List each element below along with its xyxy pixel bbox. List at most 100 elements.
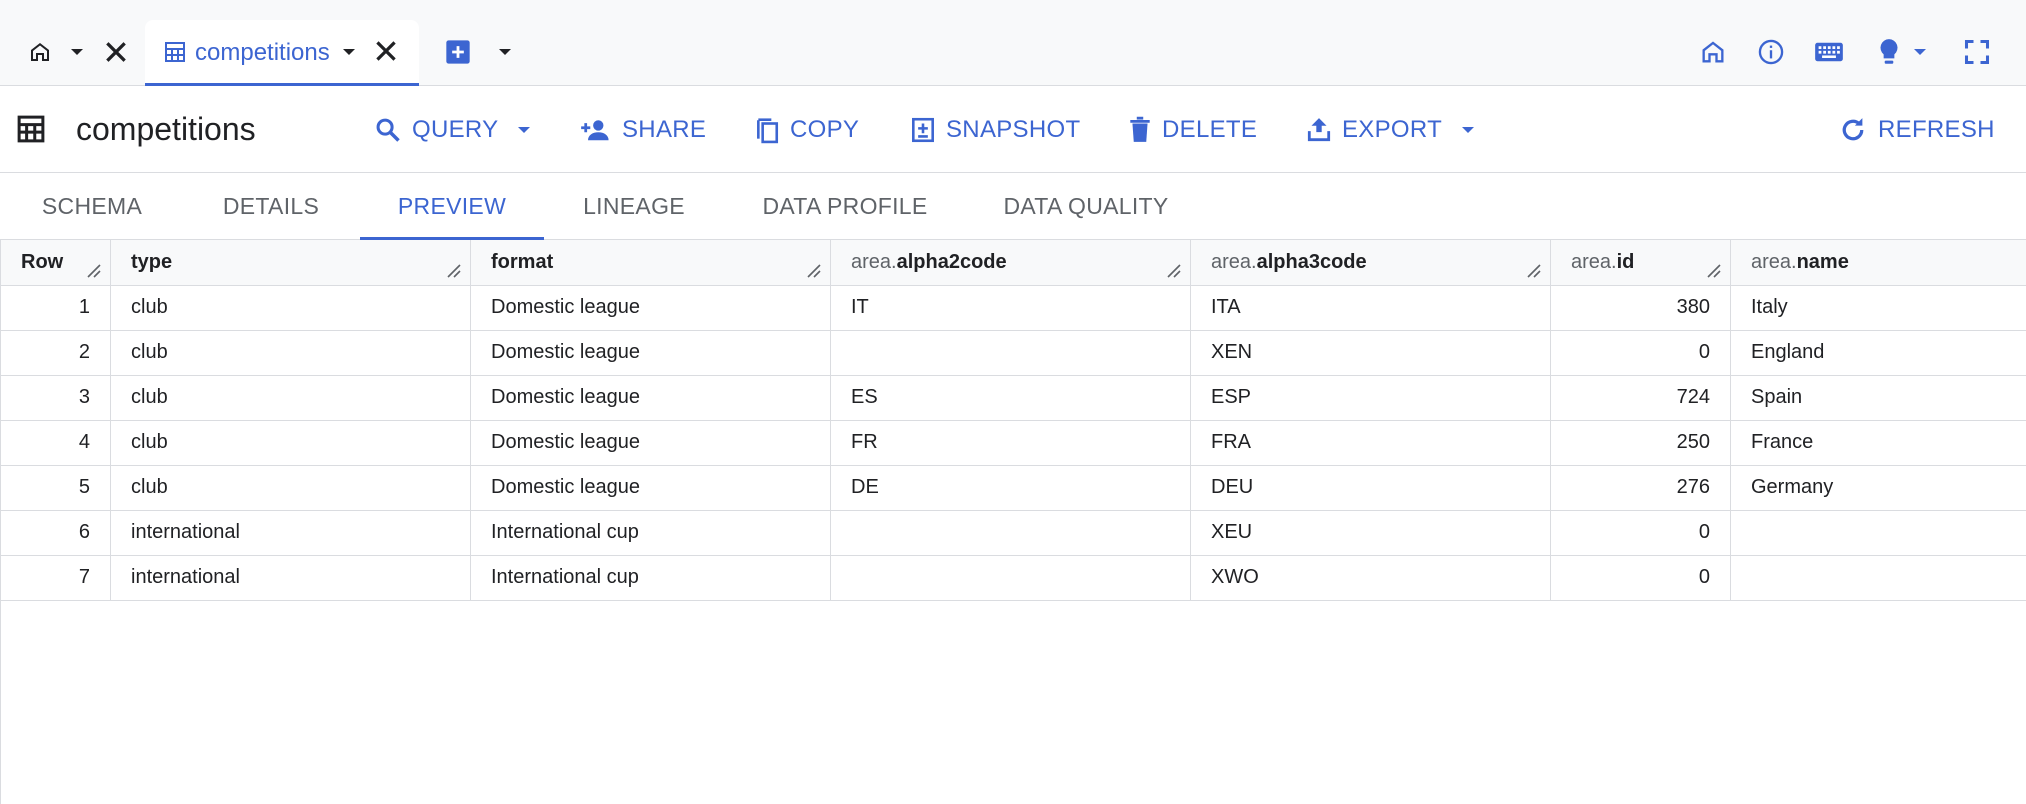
cell-id[interactable]: 250 [1550,420,1731,466]
column-resize-handle-icon[interactable] [1706,263,1722,279]
cell-format[interactable]: Domestic league [470,420,831,466]
home-button[interactable] [1684,28,1742,76]
cell-format[interactable]: International cup [470,555,831,601]
results-table: Row type format area.alpha2code area.alp… [0,240,2026,601]
cell-type[interactable]: international [110,555,471,601]
cell-name[interactable]: Spain [1730,375,2026,421]
column-header-row[interactable]: Row [0,240,111,286]
cell-alpha3code[interactable]: DEU [1190,465,1551,511]
home-tab-menu-button[interactable] [62,30,92,74]
cell-alpha2code[interactable] [830,555,1191,601]
cell-alpha3code[interactable]: ESP [1190,375,1551,421]
cell-id[interactable]: 0 [1550,555,1731,601]
share-button[interactable]: SHARE [580,109,706,151]
cell-alpha2code[interactable]: IT [830,285,1191,331]
fullscreen-button[interactable] [1948,28,2006,76]
cell-id[interactable]: 380 [1550,285,1731,331]
table-row[interactable]: 5 club Domestic league DE DEU 276 German… [0,465,2026,511]
cell-alpha3code[interactable]: XWO [1190,555,1551,601]
column-header-label: type [131,250,173,273]
keyboard-icon [1815,42,1843,62]
cell-id[interactable]: 0 [1550,330,1731,376]
column-resize-handle-icon[interactable] [1526,263,1542,279]
snapshot-button[interactable]: SNAPSHOT [910,109,1080,151]
cell-alpha2code[interactable]: DE [830,465,1191,511]
cell-alpha3code[interactable]: ITA [1190,285,1551,331]
tab-data-quality[interactable]: DATA QUALITY [996,174,1176,239]
row-number: 6 [0,510,111,556]
column-header-area-alpha3code[interactable]: area.alpha3code [1190,240,1551,286]
column-header-label: alpha2code [896,250,1007,273]
tab-schema[interactable]: SCHEMA [22,174,162,239]
column-header-area-name[interactable]: area.name [1730,240,2026,286]
cell-name[interactable]: France [1730,420,2026,466]
cell-type[interactable]: club [110,285,471,331]
cell-id[interactable]: 0 [1550,510,1731,556]
cell-id[interactable]: 724 [1550,375,1731,421]
column-header-prefix: area. [851,250,897,273]
cell-alpha3code[interactable]: XEN [1190,330,1551,376]
cell-alpha2code[interactable] [830,330,1191,376]
cell-alpha2code[interactable]: FR [830,420,1191,466]
table-row[interactable]: 2 club Domestic league XEN 0 England [0,330,2026,376]
caret-down-icon [499,49,511,55]
home-tab[interactable] [18,30,62,74]
keyboard-shortcuts-button[interactable] [1800,28,1858,76]
tab-competitions[interactable]: competitions [145,20,419,86]
tab-menu-button[interactable] [341,40,357,69]
column-resize-handle-icon[interactable] [86,263,102,279]
row-number: 2 [0,330,111,376]
tab-preview[interactable]: PREVIEW [360,174,544,240]
tips-menu-button[interactable] [1858,28,1948,76]
column-resize-handle-icon[interactable] [446,263,462,279]
tab-close-button[interactable] [373,36,399,71]
add-tab-menu-button[interactable] [490,30,520,74]
copy-button[interactable]: COPY [754,109,859,151]
table-row[interactable]: 6 international International cup XEU 0 [0,510,2026,556]
delete-button[interactable]: DELETE [1128,109,1257,151]
column-header-prefix: area. [1571,250,1617,273]
add-tab-button[interactable] [438,30,478,74]
page-title: competitions [76,111,256,147]
cell-type[interactable]: club [110,420,471,466]
refresh-button[interactable]: REFRESH [1838,109,1995,151]
column-header-type[interactable]: type [110,240,471,286]
table-row[interactable]: 1 club Domestic league IT ITA 380 Italy [0,285,2026,331]
column-resize-handle-icon[interactable] [806,263,822,279]
export-button[interactable]: EXPORT [1306,109,1478,151]
cell-alpha2code[interactable] [830,510,1191,556]
column-resize-handle-icon[interactable] [1166,263,1182,279]
table-row[interactable]: 7 international International cup XWO 0 [0,555,2026,601]
cell-type[interactable]: international [110,510,471,556]
column-header-prefix: area. [1751,250,1797,273]
cell-type[interactable]: club [110,330,471,376]
cell-alpha3code[interactable]: XEU [1190,510,1551,556]
copy-label: COPY [790,116,860,143]
cell-format[interactable]: Domestic league [470,285,831,331]
column-header-area-alpha2code[interactable]: area.alpha2code [830,240,1191,286]
table-row[interactable]: 4 club Domestic league FR FRA 250 France [0,420,2026,466]
cell-name[interactable] [1730,510,2026,556]
cell-id[interactable]: 276 [1550,465,1731,511]
tab-details[interactable]: DETAILS [200,174,342,239]
cell-alpha2code[interactable]: ES [830,375,1191,421]
table-row[interactable]: 3 club Domestic league ES ESP 724 Spain [0,375,2026,421]
cell-alpha3code[interactable]: FRA [1190,420,1551,466]
cell-format[interactable]: Domestic league [470,375,831,421]
cell-format[interactable]: International cup [470,510,831,556]
cell-type[interactable]: club [110,465,471,511]
tab-lineage[interactable]: LINEAGE [568,174,700,239]
cell-name[interactable]: Germany [1730,465,2026,511]
cell-name[interactable]: England [1730,330,2026,376]
cell-type[interactable]: club [110,375,471,421]
tab-data-profile[interactable]: DATA PROFILE [752,174,938,239]
cell-name[interactable] [1730,555,2026,601]
query-button[interactable]: QUERY [374,109,534,151]
cell-name[interactable]: Italy [1730,285,2026,331]
column-header-format[interactable]: format [470,240,831,286]
cell-format[interactable]: Domestic league [470,465,831,511]
home-tab-close-button[interactable] [96,28,136,76]
column-header-area-id[interactable]: area.id [1550,240,1731,286]
cell-format[interactable]: Domestic league [470,330,831,376]
info-button[interactable] [1742,28,1800,76]
